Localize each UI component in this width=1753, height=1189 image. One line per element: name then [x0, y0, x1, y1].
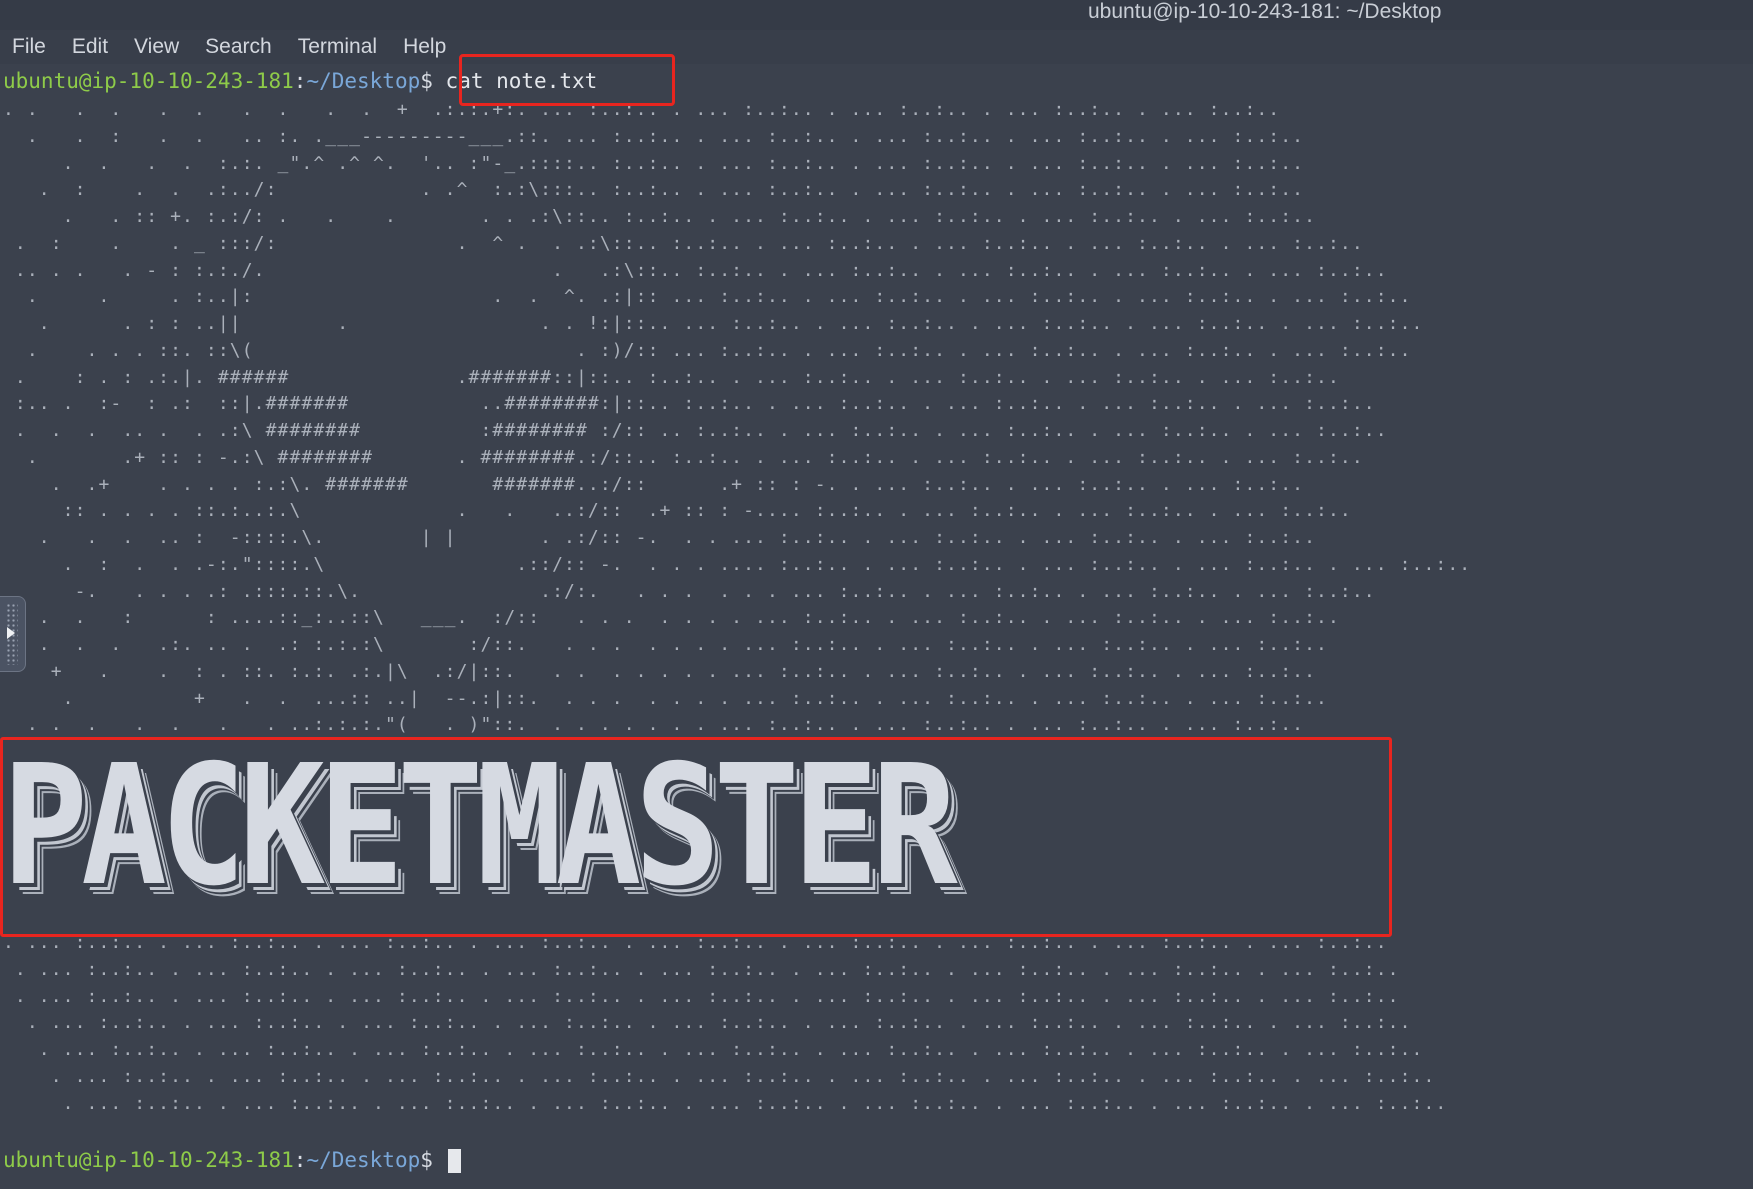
prompt-user-host: ubuntu@ip-10-10-243-181: [3, 69, 294, 93]
ascii-banner: PACKETMASTER: [2, 740, 1392, 915]
prompt-user-host: ubuntu@ip-10-10-243-181: [3, 1148, 294, 1172]
menu-search[interactable]: Search: [197, 30, 280, 64]
entered-command: cat note.txt: [445, 69, 598, 93]
command-line: ubuntu@ip-10-10-243-181:~/Desktop$ cat n…: [3, 67, 597, 95]
window-title: ubuntu@ip-10-10-243-181: ~/Desktop: [1088, 0, 1442, 23]
menu-help[interactable]: Help: [395, 30, 454, 64]
menu-edit[interactable]: Edit: [64, 30, 116, 64]
banner-text: PACKETMASTER: [2, 740, 958, 915]
prompt-separator: :: [293, 69, 307, 93]
prompt-symbol: $: [420, 1148, 446, 1172]
prompt-symbol: $: [420, 69, 446, 93]
side-panel-handle[interactable]: [0, 596, 26, 672]
text-cursor: [447, 1149, 461, 1173]
ascii-art-tail: . ... :..:.. . ... :..:.. . ... :..:.. .…: [3, 932, 1448, 1114]
active-prompt-line[interactable]: ubuntu@ip-10-10-243-181:~/Desktop$: [3, 1146, 461, 1174]
terminal-area[interactable]: ubuntu@ip-10-10-243-181:~/Desktop$ cat n…: [0, 64, 1753, 1189]
prompt-separator: :: [293, 1148, 307, 1172]
menu-file[interactable]: File: [4, 30, 54, 64]
expand-arrow-icon: [7, 627, 15, 639]
menu-bar: File Edit View Search Terminal Help: [0, 30, 1753, 64]
menu-terminal[interactable]: Terminal: [290, 30, 385, 64]
prompt-path: ~/Desktop: [306, 69, 421, 93]
prompt-path: ~/Desktop: [306, 1148, 421, 1172]
window-titlebar[interactable]: ubuntu@ip-10-10-243-181: ~/Desktop: [0, 0, 1753, 30]
menu-view[interactable]: View: [126, 30, 187, 64]
ascii-art-output: . . . . . . . . . . + .:.:.+:. ... :..:.…: [3, 99, 1472, 736]
